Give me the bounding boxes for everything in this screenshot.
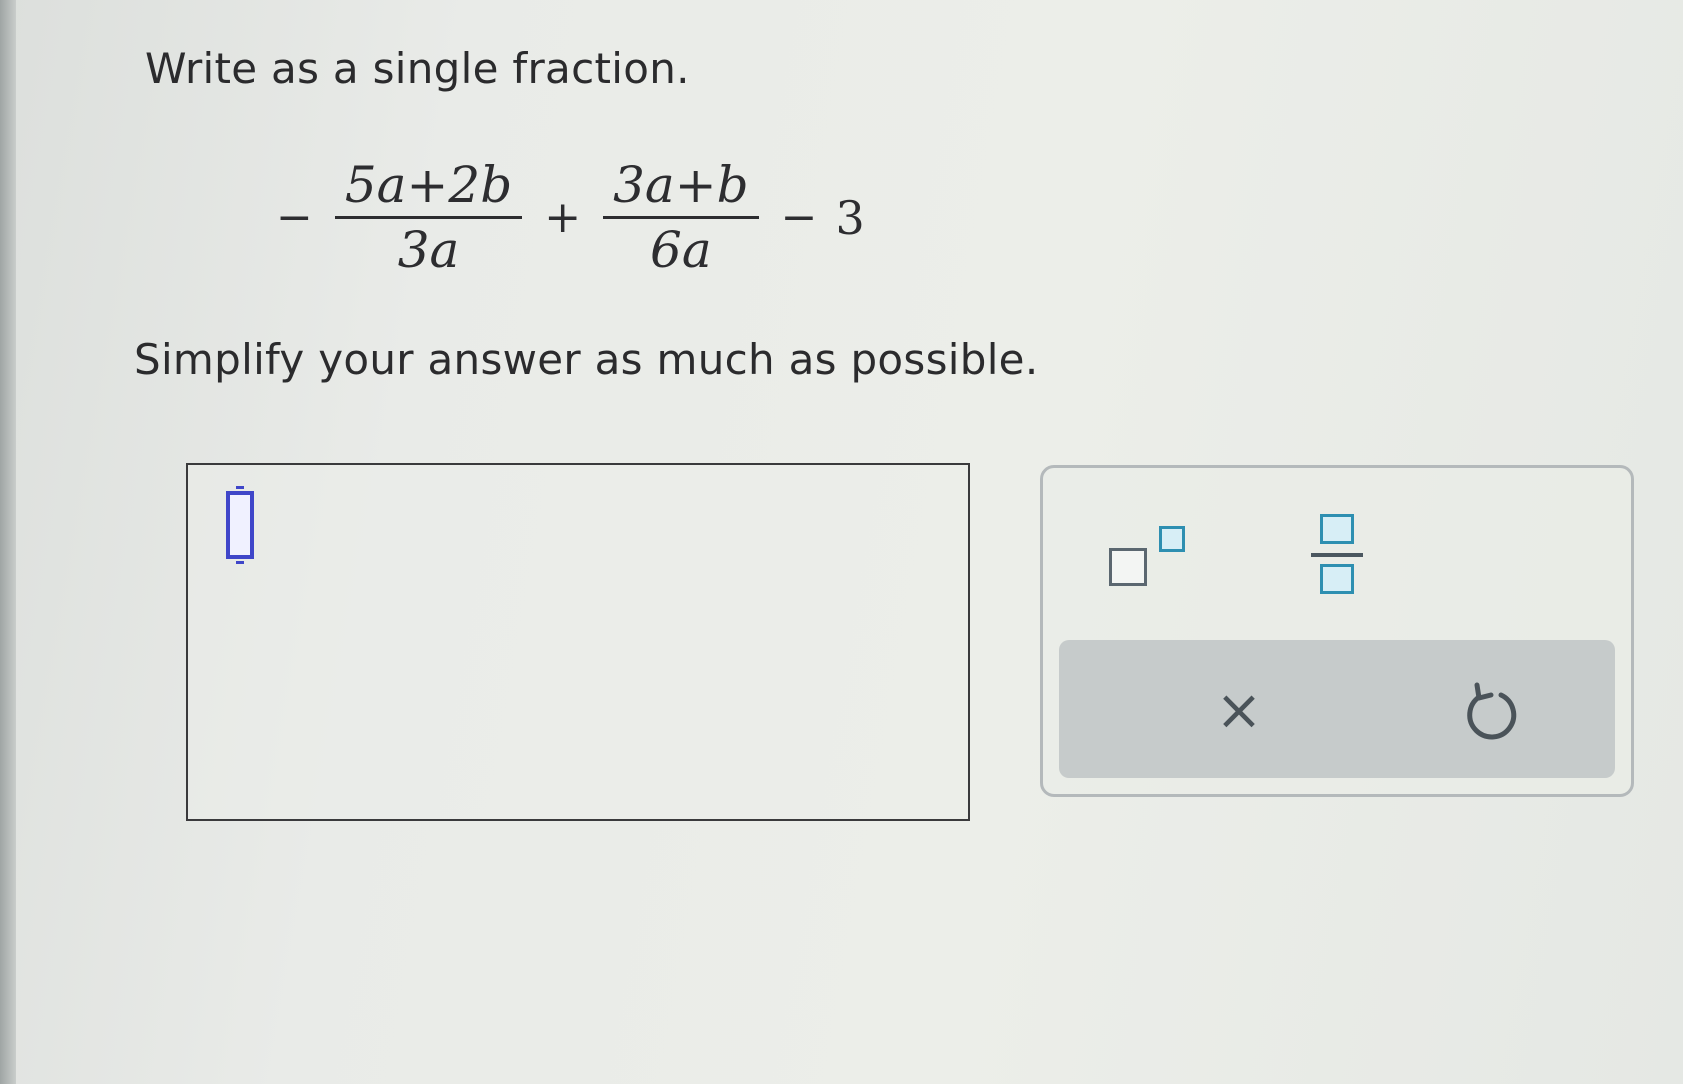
fraction-2-numerator: 3a+b [613, 156, 749, 214]
fraction-line-icon [1311, 553, 1363, 557]
fraction-2-denominator: 6a [650, 221, 712, 279]
screen-bezel [0, 0, 16, 1084]
fraction-term-1: 5a+2b 3a [334, 154, 523, 281]
exponent-superscript-box-icon [1159, 526, 1185, 552]
screen: Write as a single fraction. − 5a+2b 3a +… [0, 0, 1683, 1084]
minus-sign: − [780, 192, 818, 243]
fraction-term-2: 3a+b 6a [603, 154, 759, 281]
undo-icon [1467, 682, 1517, 740]
fraction-numerator-box-icon [1320, 514, 1354, 544]
action-bar: × [1059, 640, 1615, 778]
constant-term: 3 [835, 190, 865, 245]
question-instruction: Write as a single fraction. [145, 44, 690, 93]
fraction-denominator-box-icon [1320, 564, 1354, 594]
math-expression: − 5a+2b 3a + 3a+b 6a − 3 [262, 150, 865, 285]
undo-button[interactable] [1409, 660, 1569, 760]
fraction-button[interactable] [1299, 506, 1379, 602]
text-cursor-icon [226, 486, 254, 564]
plus-sign: + [544, 192, 582, 243]
fraction-1-numerator: 5a+2b [344, 156, 513, 214]
math-tool-panel: × [1040, 465, 1634, 797]
simplify-instruction: Simplify your answer as much as possible… [134, 335, 1039, 384]
answer-input-box[interactable] [186, 463, 970, 821]
exponent-button[interactable] [1103, 508, 1203, 598]
leading-minus-sign: − [276, 192, 313, 243]
clear-button[interactable]: × [1159, 660, 1319, 760]
exponent-base-box-icon [1109, 548, 1147, 586]
fraction-1-denominator: 3a [397, 221, 460, 279]
